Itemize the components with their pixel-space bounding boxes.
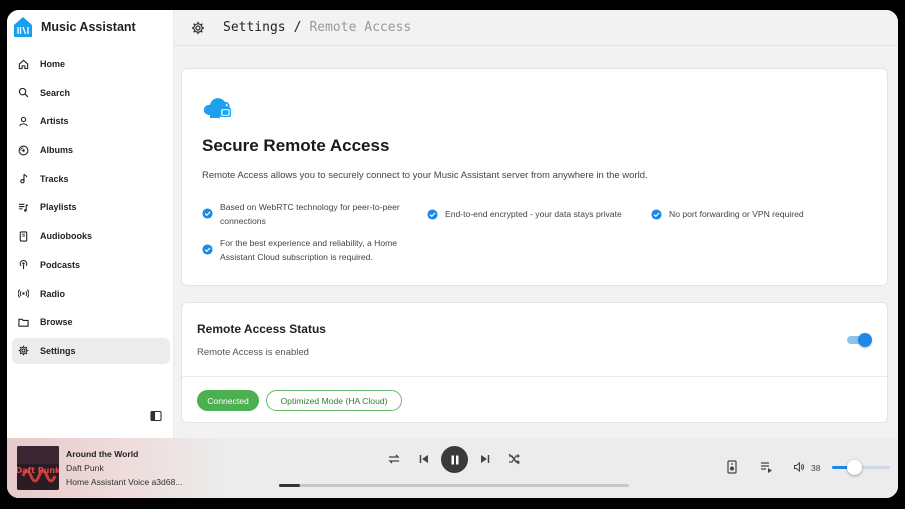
music-note-icon [20, 174, 28, 184]
person-icon [19, 116, 28, 127]
status-title: Remote Access Status [197, 322, 326, 336]
mode-chip: Optimized Mode (HA Cloud) [266, 390, 402, 411]
remote-access-toggle[interactable] [847, 333, 873, 347]
sidebar-item-label: Playlists [40, 202, 77, 213]
divider [182, 376, 887, 377]
sidebar-collapse-icon[interactable] [150, 410, 162, 422]
app-window: Music Assistant Home Search Artists Albu… [7, 10, 898, 498]
sidebar-item-radio[interactable]: Radio [12, 281, 170, 307]
previous-icon[interactable] [417, 452, 431, 466]
speaker-icon[interactable] [725, 460, 739, 474]
check-circle-icon [202, 244, 213, 255]
check-circle-icon [651, 208, 662, 220]
pause-icon [451, 455, 458, 464]
sidebar-item-label: Albums [40, 145, 74, 156]
sidebar-item-label: Settings [40, 345, 76, 356]
remote-access-status-card: Remote Access Status Remote Access is en… [181, 302, 888, 423]
pause-button[interactable] [441, 446, 468, 473]
breadcrumb-current: Remote Access [309, 20, 412, 35]
sidebar-item-label: Browse [40, 317, 73, 328]
music-assistant-logo [14, 17, 32, 37]
search-icon [18, 88, 29, 98]
repeat-icon[interactable] [387, 452, 401, 466]
remote-access-info-card: Secure Remote Access Remote Access allow… [181, 68, 888, 286]
page-title: Secure Remote Access [202, 136, 390, 155]
settings-gear-icon [191, 21, 205, 34]
sidebar-item-tracks[interactable]: Tracks [12, 166, 170, 192]
feature-item: Based on WebRTC technology for peer-to-p… [202, 200, 400, 228]
sidebar-item-albums[interactable]: Albums [12, 137, 170, 163]
feature-text-line: End-to-end encrypted - your data stays p… [445, 209, 622, 219]
breadcrumb-separator: / [293, 20, 302, 35]
sidebar-item-browse[interactable]: Browse [12, 309, 170, 335]
sidebar-item-audiobooks[interactable]: Audiobooks [12, 223, 170, 249]
progress-bar[interactable] [279, 484, 629, 487]
app-name: Music Assistant [41, 20, 136, 34]
player-name[interactable]: Home Assistant Voice a3d68... [66, 477, 183, 487]
disc-icon [18, 145, 29, 156]
feature-text-line: No port forwarding or VPN required [669, 209, 804, 219]
brand[interactable]: Music Assistant [13, 16, 136, 38]
feature-text-line: For the best experience and reliability,… [220, 238, 398, 248]
home-icon [18, 59, 29, 69]
feature-item: End-to-end encrypted - your data stays p… [427, 207, 622, 221]
radio-icon [18, 289, 29, 298]
album-art[interactable]: Daft Punk [17, 446, 59, 490]
sidebar-item-label: Podcasts [40, 259, 81, 270]
track-title[interactable]: Around the World [66, 449, 138, 459]
feature-text-line: connections [220, 216, 266, 226]
sidebar-item-label: Home [40, 59, 66, 69]
sidebar-item-search[interactable]: Search [12, 80, 170, 106]
feature-item: No port forwarding or VPN required [651, 207, 804, 221]
sidebar-item-settings[interactable]: Settings [12, 337, 170, 364]
sidebar-item-artists[interactable]: Artists [12, 108, 170, 134]
feature-text-line: Based on WebRTC technology for peer-to-p… [220, 202, 400, 212]
sidebar-item-label: Radio [40, 288, 66, 299]
track-artist[interactable]: Daft Punk [66, 463, 104, 473]
sidebar-item-home[interactable]: Home [12, 51, 170, 77]
book-icon [19, 230, 28, 242]
next-icon[interactable] [478, 452, 492, 466]
podcast-icon [19, 260, 28, 270]
check-circle-icon [202, 208, 213, 219]
check-circle-icon [427, 208, 438, 220]
sidebar-item-label: Artists [40, 116, 69, 127]
toggle-knob [858, 333, 872, 347]
feature-text-line: Assistant Cloud subscription is required… [220, 252, 373, 262]
volume-icon[interactable] [793, 461, 805, 473]
status-text: Remote Access is enabled [197, 347, 309, 358]
header-bar: Settings / Remote Access [174, 10, 898, 46]
connected-chip: Connected [197, 390, 259, 411]
feature-item: For the best experience and reliability,… [202, 236, 397, 264]
playlist-icon [18, 203, 29, 212]
sidebar-item-label: Search [40, 87, 71, 98]
main-content: Settings / Remote Access Secure Remote A… [174, 10, 898, 438]
sidebar-item-playlists[interactable]: Playlists [12, 194, 170, 220]
progress-fill [279, 484, 300, 487]
sidebar-item-label: Tracks [40, 173, 69, 184]
album-art-logo-text: Daft Punk [17, 466, 59, 475]
cloud-lock-icon [203, 98, 231, 118]
volume-slider[interactable] [832, 460, 890, 475]
volume-knob[interactable] [847, 460, 863, 475]
queue-icon[interactable] [760, 460, 774, 474]
player-bar: Daft Punk Around the World Daft Punk Hom… [7, 438, 898, 498]
breadcrumb-root[interactable]: Settings [223, 20, 286, 35]
sidebar: Music Assistant Home Search Artists Albu… [7, 10, 174, 438]
shuffle-off-icon[interactable] [507, 452, 521, 466]
sidebar-item-podcasts[interactable]: Podcasts [12, 252, 170, 278]
volume-level: 38 [811, 463, 821, 473]
folder-icon [18, 318, 29, 327]
description-text: Remote Access allows you to securely con… [202, 170, 648, 181]
sidebar-item-label: Audiobooks [40, 231, 92, 242]
sidebar-nav: Home Search Artists Albums Tracks Playli… [12, 51, 170, 367]
gear-icon [18, 346, 29, 356]
